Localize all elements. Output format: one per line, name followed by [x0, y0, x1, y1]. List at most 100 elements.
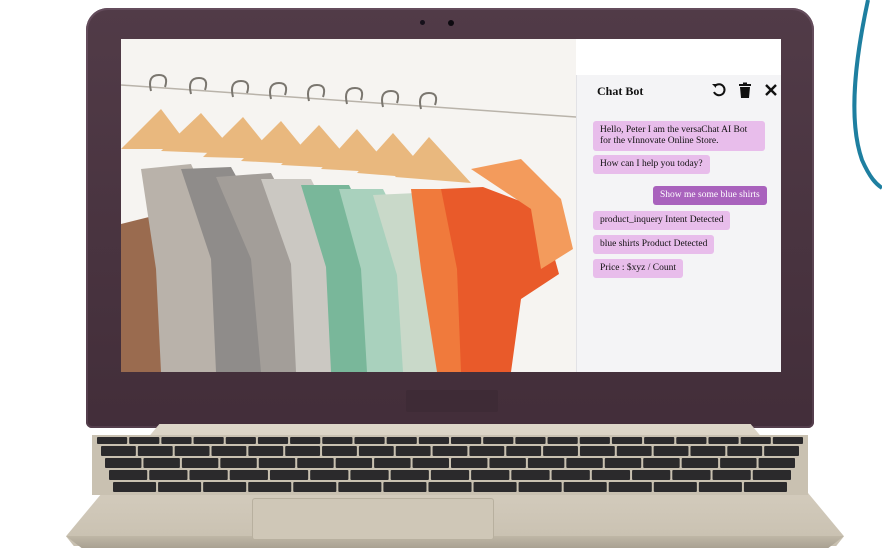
keyboard-key: [653, 482, 697, 492]
keyboard-key: [672, 470, 711, 480]
keyboard-key: [109, 470, 148, 480]
keyboard-key: [374, 458, 411, 468]
keyboard-key: [543, 446, 578, 456]
keyboard-key: [632, 470, 671, 480]
keyboard-key: [563, 482, 607, 492]
keyboard-key: [712, 470, 751, 480]
keyboard-key: [591, 470, 631, 480]
keyboard-key: [644, 437, 675, 444]
keyboard-key: [189, 470, 228, 480]
keyboard-key: [161, 437, 192, 444]
keyboard-key: [338, 482, 382, 492]
product-image-shirts: [121, 39, 576, 372]
keyboard-key: [690, 446, 726, 456]
keyboard-key: [310, 470, 349, 480]
keyboard-key: [432, 446, 468, 456]
keyboard-key: [258, 458, 296, 468]
keyboard-key: [727, 446, 763, 456]
keyboard-key: [611, 437, 643, 444]
keyboard-key: [566, 458, 603, 468]
keyboard-key: [473, 482, 517, 492]
chat-message-bot: How can I help you today?: [593, 155, 710, 174]
keyboard-key: [698, 482, 742, 492]
lid-hinge-plate: [406, 390, 498, 412]
keyboard-key: [506, 446, 542, 456]
keyboard-key: [174, 446, 210, 456]
keyboard-key: [527, 458, 565, 468]
keyboard-key: [383, 482, 427, 492]
keyboard-key: [101, 446, 136, 456]
touchpad: [252, 498, 494, 540]
keyboard-key: [158, 482, 202, 492]
chat-message-user: Show me some blue shirts: [653, 186, 767, 205]
keyboard-key: [547, 437, 578, 444]
keyboard-key: [269, 470, 309, 480]
chat-message-bot: Hello, Peter I am the versaChat AI Bot f…: [593, 121, 765, 151]
keyboard-key: [137, 446, 173, 456]
webcam-icon: [448, 20, 454, 26]
keyboard-key: [285, 446, 321, 456]
keyboard-key: [430, 470, 470, 480]
keyboard-key: [322, 437, 353, 444]
chat-header: Chat Bot: [577, 75, 781, 105]
keyboard-key: [225, 437, 256, 444]
chat-title: Chat Bot: [597, 84, 644, 98]
keyboard-key: [297, 458, 334, 468]
keyboard-key: [752, 470, 791, 480]
keyboard-key: [211, 446, 247, 456]
keyboard-key: [604, 458, 642, 468]
keyboard-key: [758, 458, 795, 468]
keyboard-key: [608, 482, 652, 492]
keyboard-key: [412, 458, 449, 468]
keyboard-key: [579, 437, 610, 444]
keyboard-key: [390, 470, 429, 480]
keyboard-key: [451, 458, 488, 468]
keyboard-key: [428, 482, 472, 492]
keyboard-key: [483, 437, 514, 444]
keyboard-key: [193, 437, 224, 444]
keyboard-key: [290, 437, 321, 444]
keyboard-key: [293, 482, 337, 492]
keyboard-key: [149, 470, 188, 480]
keyboard-key: [248, 482, 292, 492]
keyboard-key: [676, 437, 707, 444]
keyboard-key: [681, 458, 719, 468]
keyboard-key: [708, 437, 739, 444]
close-icon[interactable]: [763, 82, 779, 98]
keyboard-key: [515, 437, 546, 444]
keyboard-key: [354, 437, 385, 444]
keyboard-key: [386, 437, 417, 444]
keyboard-key: [358, 446, 394, 456]
trash-icon[interactable]: [737, 82, 753, 98]
keyboard-key: [229, 470, 268, 480]
webcam-sensor: [420, 20, 425, 25]
keyboard-key: [511, 470, 550, 480]
keyboard-key: [579, 446, 615, 456]
keyboard-key: [518, 482, 562, 492]
chat-message-bot: product_inquery Intent Detected: [593, 211, 731, 230]
keyboard-key: [471, 470, 510, 480]
keyboard-key: [322, 446, 357, 456]
keyboard-key: [181, 458, 219, 468]
chat-message-bot: blue shirts Product Detected: [593, 235, 715, 254]
keyboard-key: [720, 458, 757, 468]
keyboard-key: [248, 446, 284, 456]
keyboard: [92, 435, 808, 495]
chat-panel: Chat Bot Hello, Peter I am the versaChat…: [576, 75, 781, 372]
keyboard-key: [451, 437, 482, 444]
keyboard-key: [129, 437, 160, 444]
keyboard-key: [395, 446, 431, 456]
keyboard-key: [335, 458, 373, 468]
keyboard-key: [489, 458, 526, 468]
chat-message-bot: Price : $xyz / Count: [593, 259, 683, 278]
keyboard-key: [350, 470, 389, 480]
keyboard-key: [469, 446, 505, 456]
keyboard-key: [143, 458, 180, 468]
keyboard-key: [220, 458, 257, 468]
refresh-icon[interactable]: [711, 82, 727, 98]
laptop-screen: Chat Bot Hello, Peter I am the versaChat…: [121, 39, 781, 372]
keyboard-key: [551, 470, 590, 480]
keyboard-key: [772, 437, 803, 444]
keyboard-key: [740, 437, 771, 444]
keyboard-key: [203, 482, 247, 492]
